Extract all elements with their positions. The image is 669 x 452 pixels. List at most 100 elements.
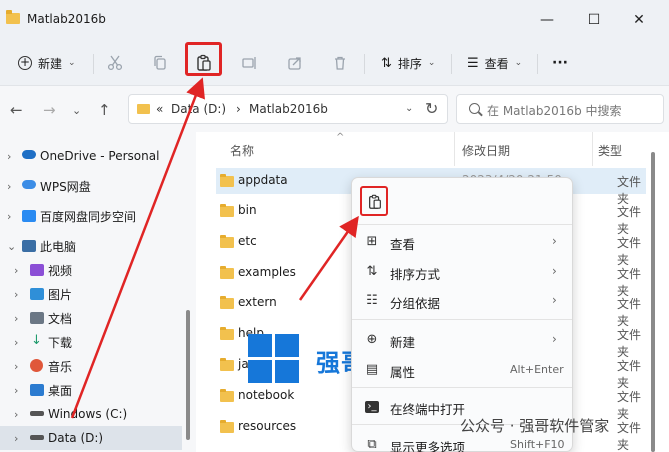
menu-divider	[352, 224, 572, 225]
toolbar-divider	[537, 54, 538, 74]
menu-item-new[interactable]: ⊕ 新建 ›	[352, 326, 572, 354]
sidebar-item-drive-d[interactable]: › Data (D:)	[0, 426, 182, 450]
minimize-button[interactable]: —	[532, 8, 562, 32]
chevron-right-icon[interactable]: ›	[14, 312, 18, 325]
address-bar[interactable]: « Data (D:) › Matlab2016b ⌄ ↻	[128, 94, 448, 124]
view-button[interactable]: ☰ 查看 ⌄	[467, 50, 522, 76]
cut-icon[interactable]	[103, 51, 127, 75]
desktop-icon	[30, 384, 44, 396]
menu-item-view[interactable]: ⊞ 查看 ›	[352, 228, 572, 256]
view-icon: ☰	[467, 55, 479, 71]
sidebar-item-label: WPS网盘	[40, 179, 91, 194]
menu-item-label: 分组依据	[390, 296, 441, 311]
menu-item-group-by[interactable]: ☷ 分组依据 ›	[352, 287, 572, 315]
drive-c-icon	[30, 411, 44, 416]
sidebar-item-drive-c[interactable]: › Windows (C:)	[0, 402, 182, 426]
chevron-right-icon[interactable]: ›	[14, 288, 18, 301]
column-header-type[interactable]: 类型	[598, 142, 622, 159]
sort-button[interactable]: ⇅ 排序 ⌄	[381, 50, 435, 76]
sidebar-item-wps[interactable]: › WPS网盘	[0, 174, 182, 198]
file-name: bin	[238, 203, 257, 217]
window-title: Matlab2016b	[27, 12, 106, 26]
sidebar-item-this-pc[interactable]: ⌄ 此电脑	[0, 234, 182, 258]
paste-highlight-box	[185, 42, 222, 76]
context-paste-button[interactable]	[360, 186, 388, 216]
chevron-right-icon[interactable]: ›	[14, 336, 18, 349]
chevron-right-icon[interactable]: ›	[14, 432, 18, 445]
sidebar-item-baidu[interactable]: › 百度网盘同步空间	[0, 204, 182, 228]
navigation-pane: › OneDrive - Personal › WPS网盘 › 百度网盘同步空间…	[0, 132, 196, 452]
chevron-down-icon[interactable]: ⌄	[405, 103, 413, 114]
chevron-down-icon[interactable]: ⌄	[7, 240, 16, 253]
windows-logo-watermark	[248, 334, 300, 384]
forward-arrow-icon[interactable]: →	[43, 101, 56, 119]
sidebar-item-desktop[interactable]: › 桌面	[0, 378, 182, 402]
menu-item-label: 在终端中打开	[390, 402, 466, 417]
column-header-modified[interactable]: 修改日期	[462, 142, 510, 159]
address-overflow[interactable]: «	[156, 102, 163, 116]
videos-icon	[30, 264, 44, 276]
close-button[interactable]: ✕	[624, 8, 654, 32]
share-icon[interactable]	[283, 51, 307, 75]
file-name: notebook	[238, 388, 295, 402]
sidebar-item-label: 百度网盘同步空间	[40, 209, 137, 224]
maximize-button[interactable]: ☐	[579, 8, 609, 32]
back-arrow-icon[interactable]: ←	[10, 101, 23, 119]
chevron-right-icon[interactable]: ›	[14, 360, 18, 373]
menu-item-properties[interactable]: ▤ 属性 Alt+Enter	[352, 356, 572, 384]
chevron-right-icon[interactable]: ›	[14, 408, 18, 421]
sidebar-item-label: 此电脑	[40, 239, 77, 254]
breadcrumb-folder[interactable]: Matlab2016b	[249, 102, 328, 116]
breadcrumb-separator: ›	[236, 102, 241, 116]
breadcrumb-drive[interactable]: Data (D:)	[171, 102, 226, 116]
menu-item-shortcut: Alt+Enter	[510, 363, 564, 376]
file-type: 文件夹	[617, 421, 642, 452]
new-label: 新建	[38, 56, 63, 71]
up-arrow-icon[interactable]: ↑	[98, 101, 111, 119]
sidebar-item-label: 视频	[48, 263, 73, 278]
toolbar-divider	[451, 54, 452, 74]
chevron-right-icon[interactable]: ›	[7, 210, 11, 223]
sidebar-item-documents[interactable]: › 文档	[0, 306, 182, 330]
column-divider[interactable]	[592, 132, 593, 166]
search-input[interactable]: 在 Matlab2016b 中搜索	[456, 94, 664, 124]
chevron-right-icon[interactable]: ›	[14, 384, 18, 397]
menu-divider	[352, 319, 572, 320]
sidebar-item-onedrive[interactable]: › OneDrive - Personal	[0, 144, 182, 168]
menu-item-shortcut: Shift+F10	[510, 438, 565, 451]
more-button[interactable]: ···	[552, 50, 568, 76]
recent-chevron-icon[interactable]: ⌄	[72, 104, 81, 117]
watermark-account: 公众号 · 强哥软件管家	[460, 417, 610, 435]
refresh-icon[interactable]: ↻	[425, 99, 438, 118]
chevron-right-icon: ›	[552, 264, 557, 278]
chevron-down-icon: ⌄	[68, 58, 76, 68]
menu-item-label: 显示更多选项	[390, 440, 466, 452]
column-header-name[interactable]: 名称	[230, 142, 254, 159]
chevron-right-icon[interactable]: ›	[14, 264, 18, 277]
column-divider[interactable]	[454, 132, 455, 166]
file-name: extern	[238, 295, 277, 309]
menu-divider	[352, 387, 572, 388]
sidebar-item-downloads[interactable]: › ↓ 下载	[0, 330, 182, 354]
file-name: examples	[238, 265, 296, 279]
file-name: appdata	[238, 173, 288, 187]
sidebar-item-label: OneDrive - Personal	[40, 149, 160, 163]
file-name: resources	[238, 419, 297, 433]
chevron-right-icon[interactable]: ›	[7, 150, 11, 163]
chevron-right-icon[interactable]: ›	[7, 180, 11, 193]
sidebar-scrollbar[interactable]	[186, 310, 190, 440]
delete-icon[interactable]	[328, 51, 352, 75]
this-pc-icon	[22, 240, 36, 252]
file-list-scrollbar[interactable]	[651, 152, 655, 452]
rename-icon[interactable]	[238, 51, 262, 75]
folder-icon	[220, 174, 234, 187]
sidebar-item-music[interactable]: › 音乐	[0, 354, 182, 378]
new-button[interactable]: + 新建 ⌄	[10, 50, 84, 76]
copy-icon[interactable]	[148, 51, 172, 75]
search-icon	[469, 103, 480, 114]
sidebar-item-pictures[interactable]: › 图片	[0, 282, 182, 306]
sidebar-item-videos[interactable]: › 视频	[0, 258, 182, 282]
sidebar-item-label: 图片	[48, 287, 73, 302]
more-options-icon: ⧉	[367, 437, 377, 452]
menu-item-sort-by[interactable]: ⇅ 排序方式 ›	[352, 258, 572, 286]
